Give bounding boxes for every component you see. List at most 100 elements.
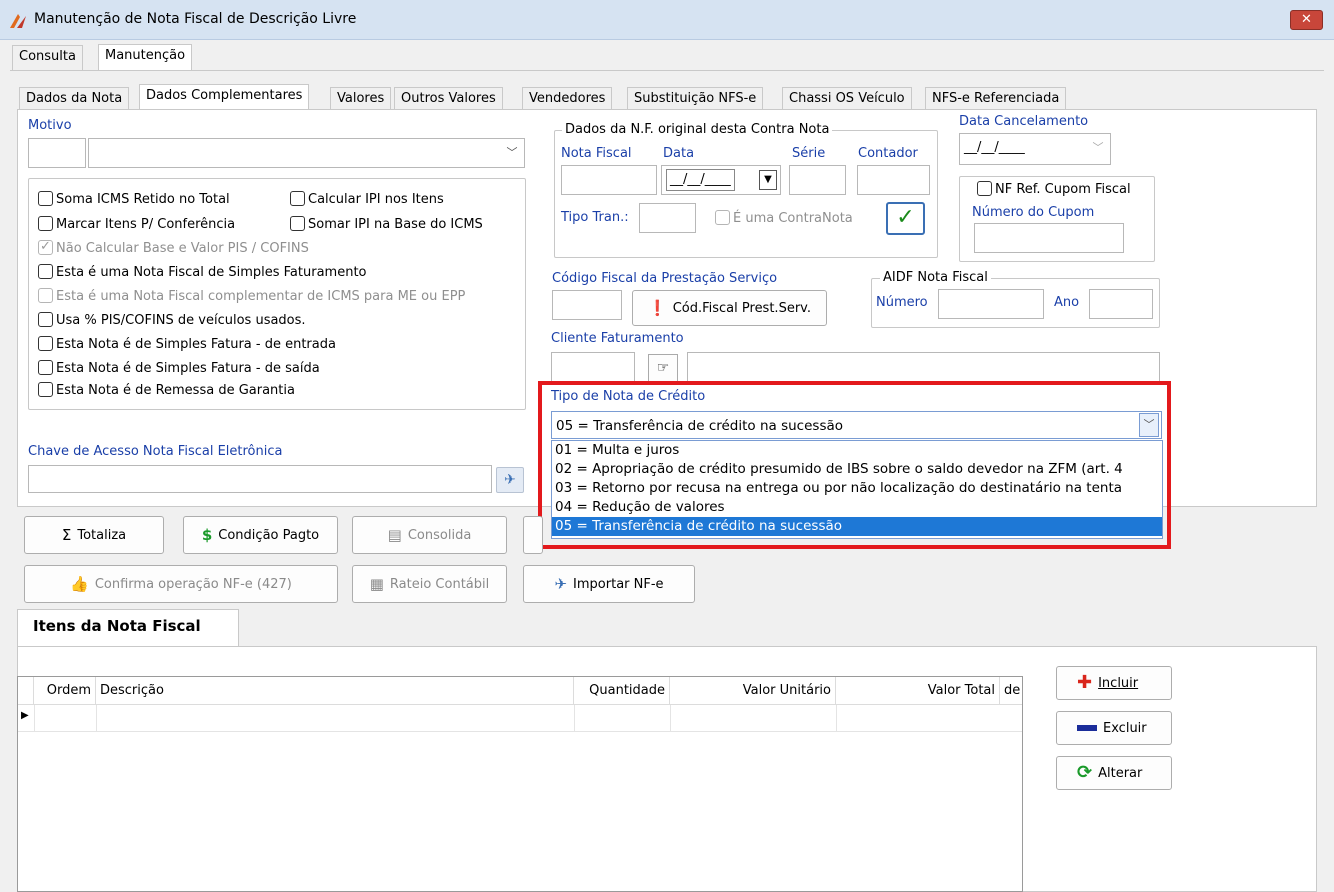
motivo-label: Motivo — [28, 118, 72, 133]
divider — [836, 705, 837, 731]
sub-tab-bar: Dados da Nota Dados Complementares Valor… — [17, 84, 1317, 110]
simples-fatura-saida-checkbox[interactable]: Esta Nota é de Simples Fatura - de saída — [38, 360, 320, 378]
condicao-pagto-button[interactable]: $ Condição Pagto — [183, 516, 338, 554]
ledger-icon: ▦ — [369, 574, 384, 593]
cliente-code-input[interactable] — [551, 352, 635, 382]
cliente-faturamento-label: Cliente Faturamento — [551, 331, 684, 346]
alterar-button[interactable]: ⟳ Alterar — [1056, 756, 1172, 790]
chevron-down-icon: ﹀ — [1092, 141, 1104, 154]
col-valor-unitario[interactable]: Valor Unitário — [670, 677, 836, 705]
col-de[interactable]: de — [1000, 677, 1022, 705]
alert-icon: ❗ — [648, 298, 667, 317]
dollar-icon: $ — [201, 525, 213, 544]
nao-calcular-pis-checkbox[interactable]: ✓ Não Calcular Base e Valor PIS / COFINS — [38, 239, 309, 258]
top-tab-bar: Consulta Manutenção — [0, 40, 1334, 70]
data-cancelamento-label: Data Cancelamento — [959, 114, 1089, 129]
thumbs-up-icon: 👍 — [70, 574, 89, 593]
divider — [96, 705, 97, 731]
importar-nfe-button[interactable]: ✈ Importar NF-e — [523, 565, 695, 603]
somar-ipi-checkbox[interactable]: Somar IPI na Base do ICMS — [290, 216, 483, 234]
refresh-icon: ⟳ — [1077, 762, 1093, 783]
globe-icon[interactable]: ✈ — [496, 467, 524, 493]
complementar-icms-checkbox[interactable]: Esta é uma Nota Fiscal complementar de I… — [38, 288, 465, 306]
row-pointer-icon: ▶ — [21, 710, 29, 721]
confirma-nfe-button[interactable]: 👍 Confirma operação NF-e (427) — [24, 565, 338, 603]
aidf-numero-label: Número — [876, 295, 928, 310]
chevron-down-icon: ﹀ — [506, 146, 518, 159]
col-descricao[interactable]: Descrição — [96, 677, 574, 705]
rateio-contabil-button[interactable]: ▦ Rateio Contábil — [352, 565, 507, 603]
totaliza-button[interactable]: Σ Totaliza — [24, 516, 164, 554]
grid-header: Ordem Descrição Quantidade Valor Unitári… — [18, 677, 1022, 705]
incluir-button[interactable]: ✚ Incluir — [1056, 666, 1172, 700]
data-value: __/__/____ — [666, 169, 735, 191]
divider — [10, 70, 1324, 71]
tipo-tran-input[interactable] — [639, 203, 696, 233]
motivo-code-input[interactable] — [28, 138, 86, 168]
close-button[interactable]: ✕ — [1290, 10, 1323, 30]
app-logo-icon — [10, 14, 26, 28]
nf-original-legend: Dados da N.F. original desta Contra Nota — [562, 122, 833, 137]
col-ordem[interactable]: Ordem — [34, 677, 96, 705]
contador-input[interactable] — [857, 165, 930, 195]
aidf-legend: AIDF Nota Fiscal — [880, 270, 991, 285]
tab-valores[interactable]: Valores — [330, 87, 392, 110]
numero-cupom-input[interactable] — [974, 223, 1124, 253]
data-picker[interactable]: __/__/____ ▼ — [661, 165, 781, 195]
pointer-hand-icon[interactable]: ☞ — [648, 354, 678, 382]
simples-fatura-entrada-checkbox[interactable]: Esta Nota é de Simples Fatura - de entra… — [38, 336, 336, 354]
remessa-garantia-checkbox[interactable]: Esta Nota é de Remessa de Garantia — [38, 382, 295, 400]
confirm-check-button[interactable]: ✓ — [886, 202, 925, 235]
data-cancelamento-value: __/__/____ — [964, 140, 1025, 155]
serie-input[interactable] — [789, 165, 846, 195]
tab-chassi-os-veiculo[interactable]: Chassi OS Veículo — [782, 87, 912, 110]
cod-fiscal-input[interactable] — [552, 290, 622, 320]
tab-nfse-referenciada[interactable]: NFS-e Referenciada — [925, 87, 1067, 110]
excluir-button[interactable]: Excluir — [1056, 711, 1172, 745]
itens-grid: Ordem Descrição Quantidade Valor Unitári… — [17, 676, 1023, 892]
chevron-down-icon: ▼ — [759, 170, 777, 190]
numero-cupom-label: Número do Cupom — [972, 205, 1095, 220]
col-quantidade[interactable]: Quantidade — [574, 677, 670, 705]
title-bar: Manutenção de Nota Fiscal de Descrição L… — [0, 0, 1334, 40]
aidf-numero-input[interactable] — [938, 289, 1044, 319]
calcular-ipi-checkbox[interactable]: Calcular IPI nos Itens — [290, 191, 444, 209]
nf-ref-cupom-checkbox[interactable]: NF Ref. Cupom Fiscal — [977, 181, 1131, 199]
usa-pis-cofins-checkbox[interactable]: Usa % PIS/COFINS de veículos usados. — [38, 312, 306, 330]
serie-label: Série — [792, 146, 826, 161]
data-label: Data — [663, 146, 695, 161]
divider — [34, 705, 35, 731]
consolida-button[interactable]: ▤ Consolida — [352, 516, 507, 554]
cliente-nome-input[interactable] — [687, 352, 1160, 382]
tab-manutencao[interactable]: Manutenção — [98, 44, 193, 70]
tab-substituicao-nfse[interactable]: Substituição NFS-e — [627, 87, 764, 110]
hidden-button[interactable] — [523, 516, 543, 554]
tab-consulta[interactable]: Consulta — [12, 45, 83, 70]
motivo-select[interactable]: ﹀ — [88, 138, 525, 168]
nota-fiscal-input[interactable] — [561, 165, 657, 195]
contranota-checkbox[interactable]: É uma ContraNota — [715, 210, 853, 228]
tab-itens[interactable]: Itens da Nota Fiscal — [17, 609, 239, 647]
cod-fiscal-button[interactable]: ❗ Cód.Fiscal Prest.Serv. — [632, 290, 827, 326]
table-row[interactable]: ▶ — [18, 705, 1022, 732]
plus-icon: ✚ — [1077, 672, 1093, 693]
col-valor-total[interactable]: Valor Total — [836, 677, 1000, 705]
grid-corner — [18, 677, 34, 705]
marcar-itens-checkbox[interactable]: Marcar Itens P/ Conferência — [38, 216, 235, 234]
tab-dados-complementares[interactable]: Dados Complementares — [139, 84, 310, 110]
tab-dados-da-nota[interactable]: Dados da Nota — [19, 87, 130, 110]
globe-icon: ✈ — [554, 574, 568, 593]
cod-fiscal-label: Código Fiscal da Prestação Serviço — [552, 271, 778, 286]
highlight-frame — [538, 381, 1171, 549]
aidf-ano-label: Ano — [1054, 295, 1080, 310]
data-cancelamento-picker[interactable]: __/__/____ ﹀ — [959, 133, 1111, 165]
chave-acesso-input[interactable] — [28, 465, 492, 493]
nota-fiscal-label: Nota Fiscal — [561, 146, 632, 161]
document-stack-icon: ▤ — [387, 525, 402, 544]
soma-icms-checkbox[interactable]: Soma ICMS Retido no Total — [38, 191, 230, 209]
sigma-icon: Σ — [61, 525, 72, 544]
tab-outros-valores[interactable]: Outros Valores — [394, 87, 503, 110]
tab-vendedores[interactable]: Vendedores — [522, 87, 613, 110]
simples-faturamento-checkbox[interactable]: Esta é uma Nota Fiscal de Simples Fatura… — [38, 264, 367, 282]
aidf-ano-input[interactable] — [1089, 289, 1153, 319]
